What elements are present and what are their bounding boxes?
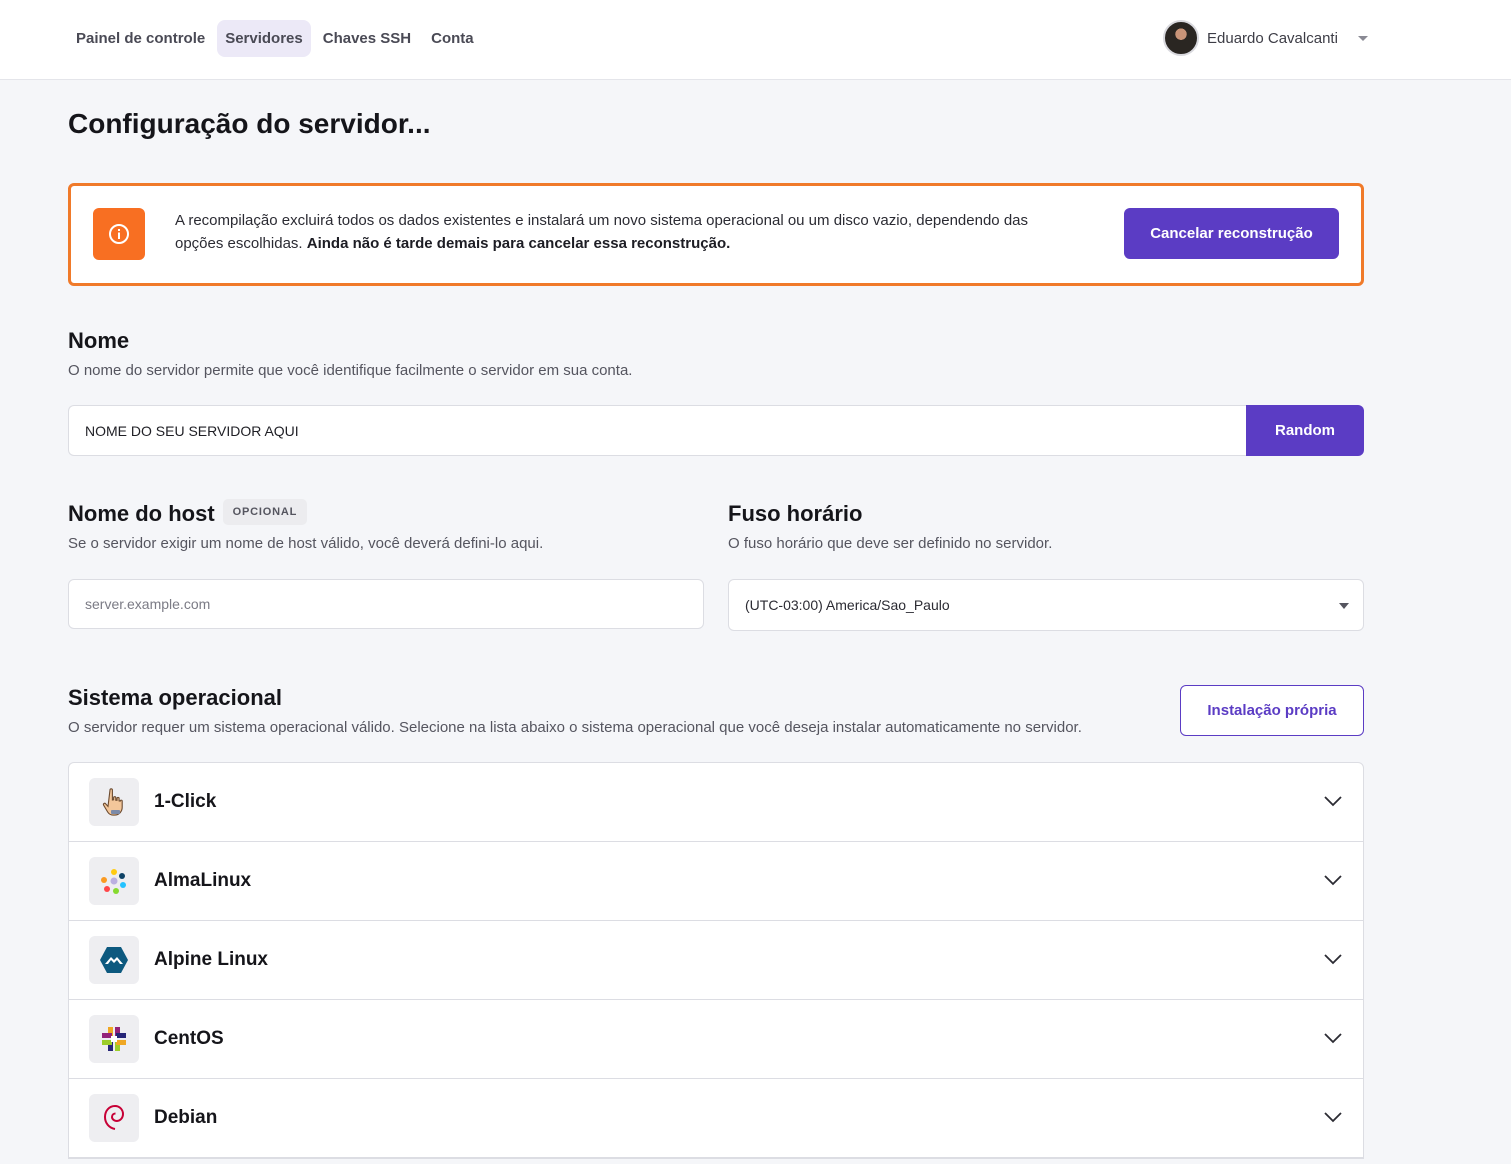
centos-icon — [89, 1015, 139, 1063]
hostname-section-title: Nome do host OPCIONAL — [68, 499, 308, 528]
os-item-1-click[interactable]: 1-Click — [69, 763, 1363, 842]
timezone-selected-value: (UTC-03:00) America/Sao_Paulo — [745, 597, 950, 613]
timezone-section-title: Fuso horário — [728, 501, 863, 526]
user-name: Eduardo Cavalcanti — [1207, 29, 1338, 47]
chevron-down-icon — [1324, 1112, 1342, 1123]
os-item-alpine-linux[interactable]: Alpine Linux — [69, 921, 1363, 1000]
chevron-down-icon — [1324, 954, 1342, 965]
cancel-rebuild-button[interactable]: Cancelar reconstrução — [1124, 208, 1339, 259]
custom-install-button[interactable]: Instalação própria — [1180, 685, 1364, 736]
os-section-description: O servidor requer um sistema operacional… — [68, 719, 1082, 736]
nav-item-servers[interactable]: Servidores — [217, 20, 311, 57]
name-section-title: Nome — [68, 328, 130, 353]
warning-emphasis: Ainda não é tarde demais para cancelar e… — [306, 235, 731, 252]
optional-badge: OPCIONAL — [222, 499, 308, 526]
chevron-down-icon — [1324, 796, 1342, 807]
os-item-label: Debian — [154, 1107, 218, 1128]
server-name-input[interactable]: NOME DO SEU SERVIDOR AQUI — [68, 405, 1246, 456]
timezone-select[interactable]: (UTC-03:00) America/Sao_Paulo — [728, 579, 1364, 631]
os-item-label: Alpine Linux — [154, 949, 268, 970]
rebuild-warning-alert: A recompilação excluirá todos os dados e… — [68, 183, 1364, 286]
server-name-input-group: NOME DO SEU SERVIDOR AQUI Random — [68, 405, 1364, 456]
hostname-section-description: Se o servidor exigir um nome de host vál… — [68, 535, 544, 552]
debian-icon — [89, 1094, 139, 1142]
almalinux-icon — [89, 857, 139, 905]
top-navigation-bar: Painel de controle Servidores Chaves SSH… — [0, 0, 1511, 80]
alpine-linux-icon — [89, 936, 139, 984]
os-item-label: CentOS — [154, 1028, 224, 1049]
timezone-section-description: O fuso horário que deve ser definido no … — [728, 535, 1053, 552]
hostname-title-text: Nome do host — [68, 501, 215, 526]
chevron-down-icon — [1357, 35, 1368, 41]
os-item-debian[interactable]: Debian — [69, 1079, 1363, 1158]
nav-item-dashboard[interactable]: Painel de controle — [68, 20, 213, 57]
name-section-description: O nome do servidor permite que você iden… — [68, 362, 633, 379]
os-item-centos[interactable]: CentOS — [69, 1000, 1363, 1079]
os-list: 1-Click AlmaLinux Alpine Linux CentOS De… — [68, 762, 1364, 1159]
chevron-down-icon — [1339, 603, 1349, 609]
info-icon — [93, 208, 145, 260]
nav-item-ssh-keys[interactable]: Chaves SSH — [315, 20, 419, 57]
chevron-down-icon — [1324, 875, 1342, 886]
page-title: Configuração do servidor... — [68, 108, 431, 139]
os-item-label: 1-Click — [154, 791, 217, 812]
os-item-almalinux[interactable]: AlmaLinux — [69, 842, 1363, 921]
avatar — [1163, 20, 1199, 56]
random-name-button[interactable]: Random — [1246, 405, 1364, 456]
chevron-down-icon — [1324, 1033, 1342, 1044]
nav-item-account[interactable]: Conta — [423, 20, 482, 57]
os-section-title: Sistema operacional — [68, 685, 282, 710]
warning-text: A recompilação excluirá todos os dados e… — [175, 209, 1055, 255]
user-menu[interactable]: Eduardo Cavalcanti — [1163, 19, 1368, 57]
hostname-input[interactable]: server.example.com — [68, 579, 704, 629]
main-nav: Painel de controle Servidores Chaves SSH… — [68, 20, 482, 57]
pointer-hand-icon — [89, 778, 139, 826]
os-item-label: AlmaLinux — [154, 870, 252, 891]
